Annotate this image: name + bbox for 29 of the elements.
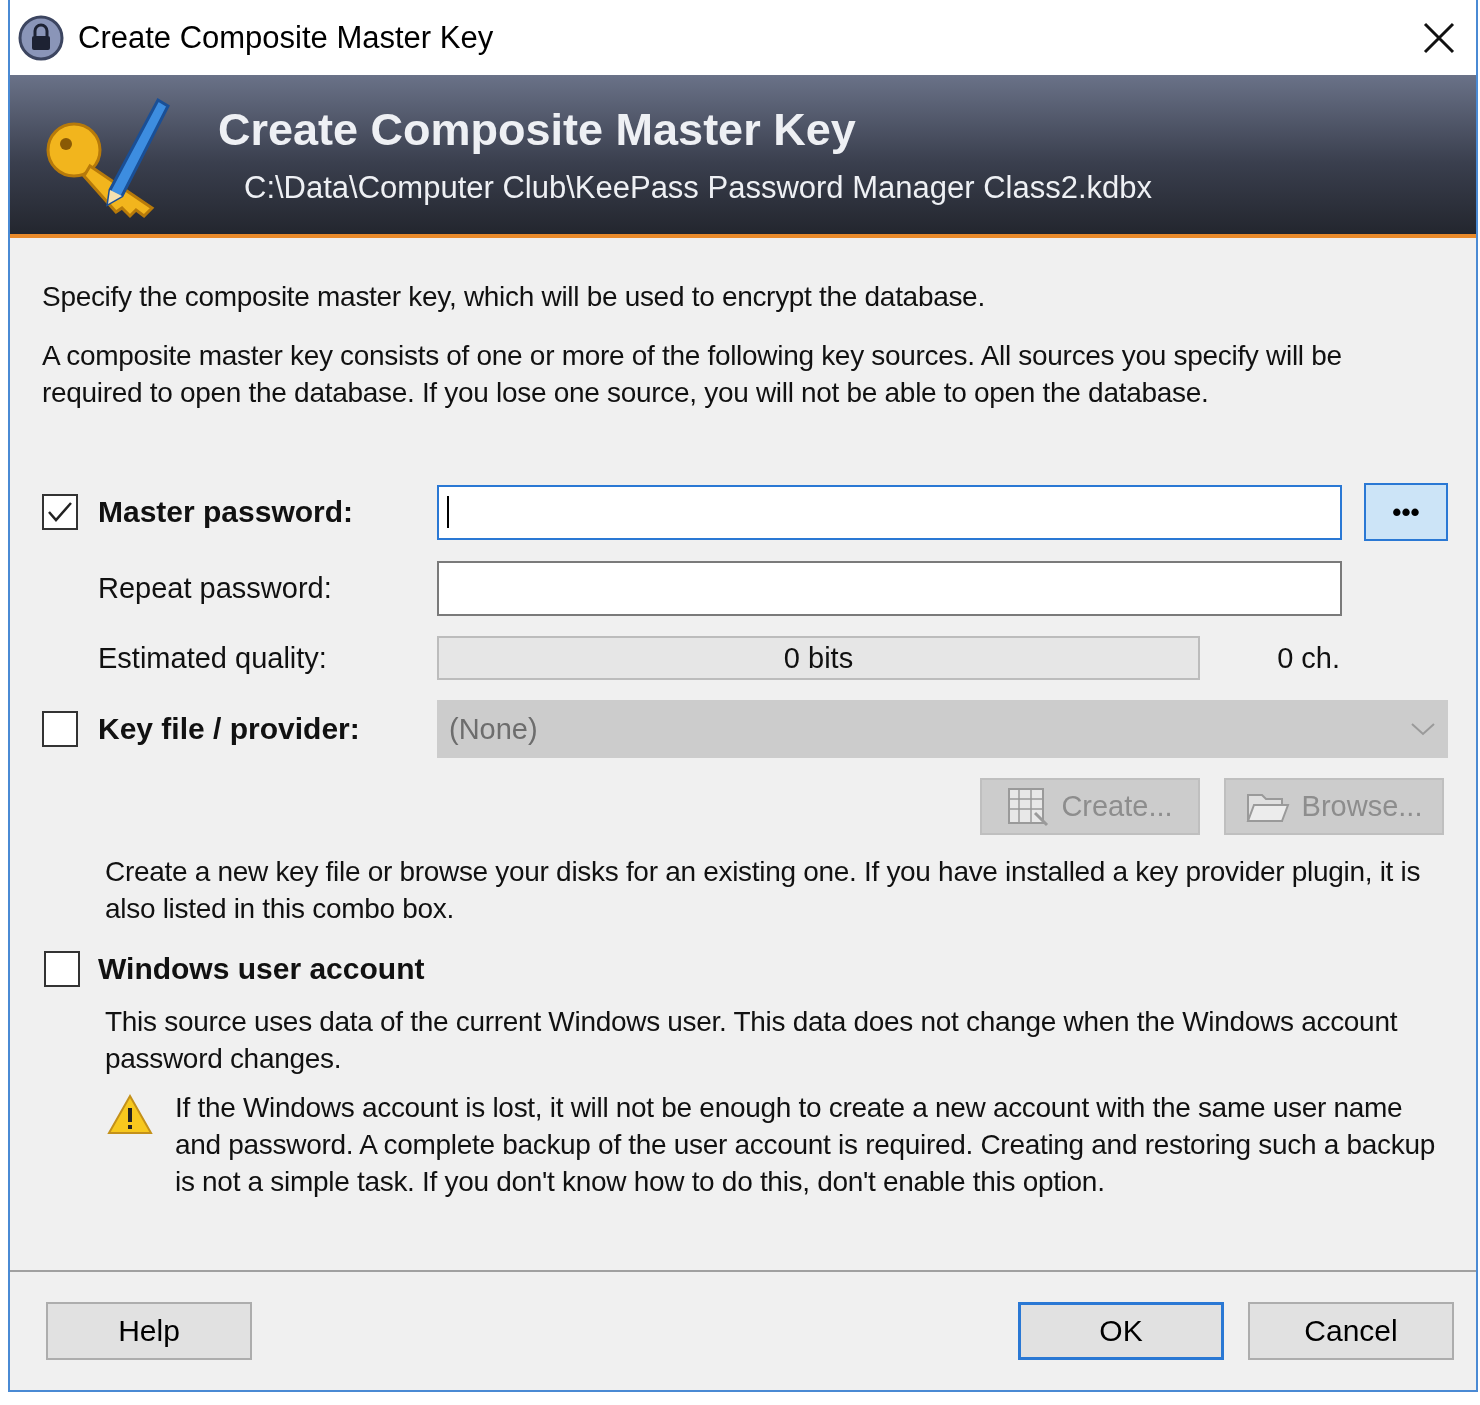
checkmark-icon (47, 501, 73, 523)
character-count: 0 ch. (1277, 641, 1340, 674)
warning-text: If the Windows account is lost, it will not be enough to create a new account with the same user name and password. A complete backup of the user account is required. Creating and restoring such a backup is not a simple task. If you don't know how to do this, don't enable this option. (175, 1091, 1437, 1199)
password-field[interactable] (437, 484, 1342, 540)
quality-label: Estimated quality: (98, 641, 328, 675)
windows-account-label: Windows user account (98, 952, 425, 986)
file-path: C:\Data\Computer Club\KeePass Password Manager Class2.kdbx (244, 169, 1153, 206)
lock-icon (18, 14, 64, 61)
quality-reading: 0 bits (783, 641, 854, 675)
show-password-button[interactable]: ••• (1364, 483, 1448, 541)
chevron-down-icon (1410, 722, 1436, 736)
intro-text: A composite master key consists of one or more of the following key sources. All sources you specify will be required to open the database. If you lose one source, you will not be able to open the database. (42, 339, 1343, 410)
grid-document-icon (1007, 786, 1050, 827)
key-file-label: Key file / provider: (98, 712, 361, 746)
intro-text: Specify the composite master key, which will be used to encrypt the database. (42, 280, 986, 314)
header-title: Create Composite Master Key (218, 103, 857, 156)
repeat-password-label: Repeat password: (98, 572, 333, 605)
close-icon (1422, 20, 1456, 55)
master-password-label: Master password: (98, 495, 355, 529)
dialog-button[interactable]: OK (1018, 1302, 1224, 1360)
dialog-button[interactable]: Cancel (1248, 1302, 1454, 1360)
dialog-button[interactable]: Help (46, 1302, 252, 1360)
window-title: Create Composite Master Key (78, 19, 495, 56)
repeat-password-field[interactable] (437, 561, 1342, 616)
windows-account-description: This source uses data of the current Windows user. This data does not change when the Windows account password changes. (105, 1005, 1399, 1076)
checkbox[interactable] (44, 951, 80, 987)
warning-icon (107, 1093, 153, 1135)
checkbox[interactable] (42, 494, 78, 530)
key-file-description: Create a new key file or browse your disks for an existing one. If you have installed a key provider plugin, it is also listed in this combo box. (105, 855, 1422, 926)
